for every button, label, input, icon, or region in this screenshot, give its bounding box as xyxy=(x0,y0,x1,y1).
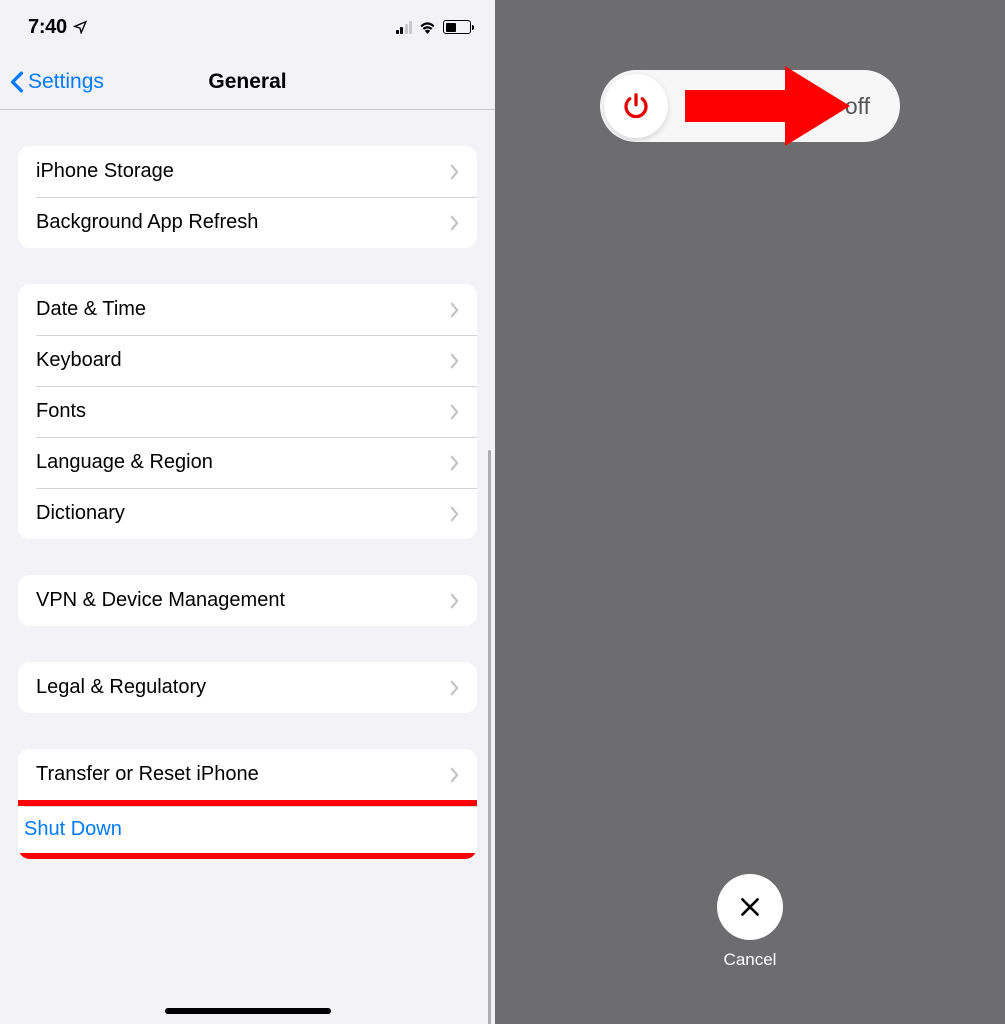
cell-fonts[interactable]: Fonts xyxy=(18,386,477,437)
cancel-button[interactable] xyxy=(717,874,783,940)
back-button[interactable]: Settings xyxy=(10,70,104,94)
settings-general-screen: 7:40 Settings General iPhone Storage xyxy=(0,0,495,1024)
chevron-right-icon xyxy=(450,767,459,783)
cell-language-region[interactable]: Language & Region xyxy=(18,437,477,488)
cell-legal-regulatory[interactable]: Legal & Regulatory xyxy=(18,662,477,713)
status-bar: 7:40 xyxy=(0,0,495,54)
settings-group-3: VPN & Device Management xyxy=(18,575,477,626)
battery-icon xyxy=(443,20,471,34)
slider-label: off xyxy=(845,93,870,120)
cell-vpn-device-management[interactable]: VPN & Device Management xyxy=(18,575,477,626)
cell-label: Fonts xyxy=(36,400,86,423)
power-icon xyxy=(621,91,651,121)
cell-label: Shut Down xyxy=(24,818,122,841)
status-indicators xyxy=(396,20,472,34)
cell-label: Language & Region xyxy=(36,451,213,474)
settings-group-2: Date & Time Keyboard Fonts Language & Re… xyxy=(18,284,477,539)
cellular-signal-icon xyxy=(396,20,413,34)
chevron-right-icon xyxy=(450,593,459,609)
cell-label: iPhone Storage xyxy=(36,160,174,183)
cell-background-app-refresh[interactable]: Background App Refresh xyxy=(18,197,477,248)
content-area: iPhone Storage Background App Refresh Da… xyxy=(0,110,495,1024)
chevron-right-icon xyxy=(450,215,459,231)
status-time-text: 7:40 xyxy=(28,16,67,39)
cancel-label: Cancel xyxy=(724,950,777,970)
navigation-bar: Settings General xyxy=(0,54,495,110)
chevron-left-icon xyxy=(10,71,24,93)
cell-transfer-reset[interactable]: Transfer or Reset iPhone xyxy=(18,749,477,800)
chevron-right-icon xyxy=(450,164,459,180)
chevron-right-icon xyxy=(450,680,459,696)
wifi-icon xyxy=(418,20,437,34)
power-knob[interactable] xyxy=(604,74,668,138)
chevron-right-icon xyxy=(450,404,459,420)
cell-iphone-storage[interactable]: iPhone Storage xyxy=(18,146,477,197)
cell-keyboard[interactable]: Keyboard xyxy=(18,335,477,386)
home-indicator[interactable] xyxy=(165,1008,331,1014)
cell-label: VPN & Device Management xyxy=(36,589,285,612)
location-icon xyxy=(73,20,87,34)
settings-group-4: Legal & Regulatory xyxy=(18,662,477,713)
chevron-right-icon xyxy=(450,353,459,369)
status-time: 7:40 xyxy=(28,16,87,39)
chevron-right-icon xyxy=(450,506,459,522)
cell-date-time[interactable]: Date & Time xyxy=(18,284,477,335)
cell-label: Keyboard xyxy=(36,349,122,372)
settings-group-5: Transfer or Reset iPhone Shut Down xyxy=(18,749,477,859)
power-off-slider[interactable]: off xyxy=(600,70,900,142)
cell-dictionary[interactable]: Dictionary xyxy=(18,488,477,539)
cell-label: Dictionary xyxy=(36,502,125,525)
cell-label: Background App Refresh xyxy=(36,211,258,234)
scrollbar-indicator xyxy=(488,450,491,1024)
cell-label: Legal & Regulatory xyxy=(36,676,206,699)
power-off-screen: off Cancel xyxy=(495,0,1005,1024)
back-label: Settings xyxy=(28,70,104,94)
cell-label: Date & Time xyxy=(36,298,146,321)
page-title: General xyxy=(208,70,286,94)
cell-shut-down[interactable]: Shut Down xyxy=(18,800,477,859)
chevron-right-icon xyxy=(450,455,459,471)
close-icon xyxy=(737,894,763,920)
cell-label: Transfer or Reset iPhone xyxy=(36,763,259,786)
chevron-right-icon xyxy=(450,302,459,318)
settings-group-1: iPhone Storage Background App Refresh xyxy=(18,146,477,248)
